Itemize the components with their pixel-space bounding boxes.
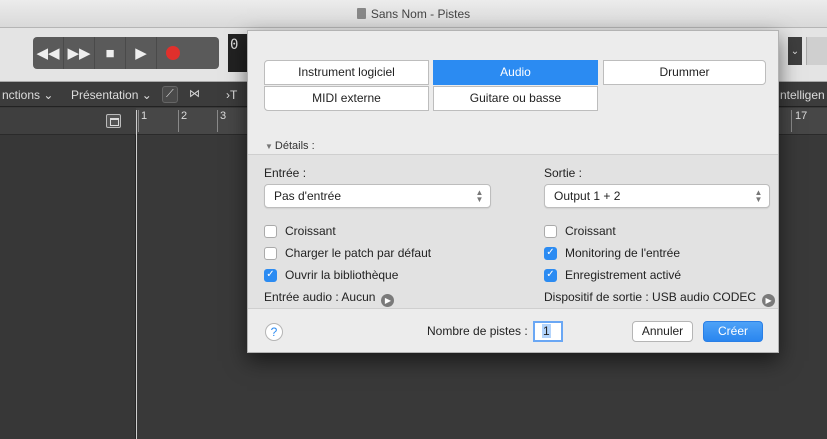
chevron-up-down-icon: ▲ ▼ bbox=[475, 188, 484, 204]
cancel-button[interactable]: Annuler bbox=[632, 321, 693, 342]
automation-icon[interactable]: ⟋ bbox=[162, 86, 178, 103]
track-type-audio[interactable]: Audio bbox=[433, 60, 598, 85]
checkmark-icon: ✓ bbox=[544, 268, 557, 282]
checkbox-icon bbox=[544, 224, 557, 238]
audio-input-info: Entrée audio : Aucun ▶ bbox=[264, 290, 395, 307]
track-type-guitar-bass[interactable]: Guitare ou basse bbox=[433, 86, 598, 111]
arrow-right-circle-icon[interactable]: ▶ bbox=[762, 294, 776, 307]
help-button[interactable]: ? bbox=[265, 323, 283, 341]
global-tracks-icon[interactable] bbox=[106, 114, 121, 128]
menu-functions[interactable]: nctions ⌄ bbox=[2, 88, 53, 102]
window-titlebar: Sans Nom - Pistes bbox=[0, 0, 827, 28]
details-panel: Entrée : Sortie : Pas d'entrée ▲ ▼ Output… bbox=[248, 154, 778, 309]
transport-controls: ◀◀ ▶▶ ■ ▶ bbox=[33, 37, 219, 69]
checkmark-icon: ✓ bbox=[544, 246, 557, 260]
ruler-number: 17 bbox=[795, 110, 808, 122]
arrow-right-circle-icon[interactable]: ▶ bbox=[381, 294, 395, 307]
chevron-down-icon[interactable]: ⌄ bbox=[788, 37, 802, 65]
create-button[interactable]: Créer bbox=[703, 321, 763, 342]
window-title: Sans Nom - Pistes bbox=[0, 7, 827, 21]
input-croissant-checkbox[interactable]: Croissant bbox=[264, 224, 336, 238]
fast-forward-icon[interactable]: ▶▶ bbox=[64, 37, 95, 69]
checkbox-icon bbox=[264, 224, 277, 238]
ruler-tick bbox=[178, 110, 179, 132]
checkmark-icon: ✓ bbox=[264, 268, 277, 282]
ruler-tick bbox=[217, 110, 218, 132]
track-type-drummer[interactable]: Drummer bbox=[603, 60, 766, 85]
ruler-number: 3 bbox=[220, 110, 227, 122]
record-icon[interactable] bbox=[157, 37, 188, 69]
track-count-label: Nombre de pistes : bbox=[427, 324, 528, 338]
cut-tool-icon[interactable]: ›T bbox=[226, 88, 237, 102]
track-count-input[interactable]: 1 bbox=[533, 321, 563, 342]
lcd-display: 0 bbox=[228, 34, 248, 72]
menu-presentation[interactable]: Présentation ⌄ bbox=[71, 88, 152, 102]
playhead[interactable] bbox=[136, 110, 137, 439]
output-device-info: Dispositif de sortie : USB audio CODEC ▶ bbox=[544, 290, 776, 307]
chevron-up-down-icon: ▲ ▼ bbox=[754, 188, 763, 204]
output-croissant-checkbox[interactable]: Croissant bbox=[544, 224, 616, 238]
ruler-tick bbox=[138, 110, 139, 132]
rewind-icon[interactable]: ◀◀ bbox=[33, 37, 64, 69]
ruler-tick bbox=[791, 110, 792, 132]
dialog-footer: ? Nombre de pistes : 1 Annuler Créer bbox=[248, 310, 778, 352]
open-library-checkbox[interactable]: ✓ Ouvrir la bibliothèque bbox=[264, 268, 398, 282]
details-disclosure[interactable]: ▼ Détails : bbox=[265, 140, 315, 152]
output-label: Sortie : bbox=[544, 166, 583, 180]
stop-icon[interactable]: ■ bbox=[95, 37, 126, 69]
new-track-dialog: Instrument logiciel Audio Drummer MIDI e… bbox=[247, 30, 779, 353]
input-select[interactable]: Pas d'entrée ▲ ▼ bbox=[264, 184, 491, 208]
track-header-strip bbox=[0, 108, 136, 135]
toolbar-right-control[interactable] bbox=[806, 37, 827, 65]
input-label: Entrée : bbox=[264, 166, 307, 180]
disclosure-triangle-icon: ▼ bbox=[265, 142, 273, 151]
menu-smart-tempo[interactable]: ntelligen bbox=[780, 88, 825, 102]
output-select[interactable]: Output 1 + 2 ▲ ▼ bbox=[544, 184, 770, 208]
document-icon bbox=[356, 8, 366, 19]
track-header-area bbox=[0, 108, 136, 439]
input-monitoring-checkbox[interactable]: ✓ Monitoring de l'entrée bbox=[544, 246, 680, 260]
track-type-software-instrument[interactable]: Instrument logiciel bbox=[264, 60, 429, 85]
track-type-external-midi[interactable]: MIDI externe bbox=[264, 86, 429, 111]
record-enable-checkbox[interactable]: ✓ Enregistrement activé bbox=[544, 268, 681, 282]
load-default-patch-checkbox[interactable]: Charger le patch par défaut bbox=[264, 246, 431, 260]
play-icon[interactable]: ▶ bbox=[126, 37, 157, 69]
catch-icon[interactable]: ⋈ bbox=[186, 86, 203, 103]
checkbox-icon bbox=[264, 246, 277, 260]
ruler-number: 1 bbox=[141, 110, 148, 122]
ruler-number: 2 bbox=[181, 110, 188, 122]
